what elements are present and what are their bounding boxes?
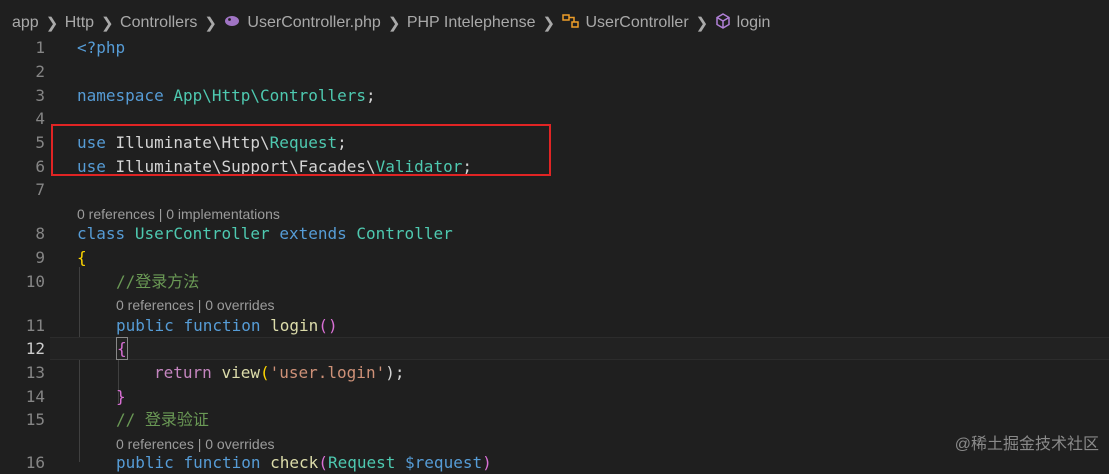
line-number: 13 bbox=[25, 363, 45, 382]
code-line[interactable]: 13 return view('user.login'); bbox=[0, 361, 1109, 384]
line-number: 9 bbox=[35, 248, 45, 267]
code-line[interactable]: 8 class UserController extends Controlle… bbox=[0, 222, 1109, 245]
watermark: @稀土掘金技术社区 bbox=[954, 436, 1099, 453]
breadcrumb-item-controllers[interactable]: Controllers bbox=[120, 14, 197, 32]
line-number: 11 bbox=[25, 316, 45, 335]
line-number: 12 bbox=[25, 339, 45, 358]
namespace-statement: namespace App\Http\Controllers; bbox=[77, 86, 376, 105]
use-statement: use Illuminate\Http\Request; bbox=[77, 133, 347, 152]
method-declaration: public function check(Request $request) bbox=[116, 453, 492, 472]
line-number: 6 bbox=[35, 157, 45, 176]
line-number: 14 bbox=[25, 387, 45, 406]
line-number: 4 bbox=[35, 109, 45, 128]
code-line[interactable]: 1 <?php bbox=[0, 36, 1109, 59]
line-number: 15 bbox=[25, 410, 45, 429]
code-editor[interactable]: 1 <?php 2 3 namespace App\Http\Controlle… bbox=[0, 35, 1109, 472]
code-line[interactable]: 16 public function check(Request $reques… bbox=[0, 451, 1109, 474]
code-line[interactable]: 11 public function login() bbox=[0, 314, 1109, 337]
breadcrumb-label: UserController.php bbox=[247, 14, 381, 31]
breadcrumb-label: PHP Intelephense bbox=[406, 14, 536, 31]
breadcrumb-label: login bbox=[736, 14, 771, 31]
code-line[interactable]: 3 namespace App\Http\Controllers; bbox=[0, 84, 1109, 107]
line-number: 5 bbox=[35, 133, 45, 152]
codelens-references[interactable]: 0 references | 0 overrides bbox=[116, 296, 275, 314]
code-line[interactable]: 5 use Illuminate\Http\Request; bbox=[0, 131, 1109, 154]
code-line[interactable]: 10 //登录方法 bbox=[0, 270, 1109, 293]
class-symbol-icon bbox=[561, 13, 580, 34]
return-statement: return view('user.login'); bbox=[154, 363, 405, 382]
codelens-references[interactable]: 0 references | 0 implementations bbox=[77, 205, 280, 223]
breadcrumb-item-language-server[interactable]: PHP Intelephense bbox=[407, 14, 536, 32]
breadcrumb-item-app[interactable]: app bbox=[12, 14, 39, 32]
php-file-icon bbox=[223, 14, 241, 33]
chevron-right-icon: ❯ bbox=[101, 15, 114, 32]
breadcrumb-label: Http bbox=[64, 14, 95, 31]
line-number: 10 bbox=[25, 272, 45, 291]
php-open-tag: <?php bbox=[77, 38, 126, 57]
breadcrumb-item-http[interactable]: Http bbox=[65, 14, 94, 32]
close-brace: } bbox=[116, 387, 126, 406]
breadcrumb-item-class[interactable]: UserController bbox=[561, 13, 689, 34]
chevron-right-icon: ❯ bbox=[45, 15, 59, 32]
class-declaration: class UserController extends Controller bbox=[77, 224, 453, 243]
open-brace: { bbox=[77, 248, 87, 267]
code-line[interactable]: 14 } bbox=[0, 385, 1109, 408]
code-line[interactable]: 12 { bbox=[0, 337, 1109, 360]
code-line[interactable]: 7 bbox=[0, 178, 1109, 201]
method-cube-icon bbox=[715, 12, 731, 34]
chevron-right-icon: ❯ bbox=[695, 15, 709, 32]
code-line[interactable]: 9 { bbox=[0, 246, 1109, 269]
line-number: 8 bbox=[35, 224, 45, 243]
code-line[interactable]: 6 use Illuminate\Support\Facades\Validat… bbox=[0, 155, 1109, 178]
comment: //登录方法 bbox=[116, 272, 200, 291]
open-brace: { bbox=[116, 337, 128, 360]
breadcrumb-label: app bbox=[12, 14, 39, 31]
line-number: 7 bbox=[35, 180, 45, 199]
line-number: 2 bbox=[35, 62, 45, 81]
breadcrumb-item-file[interactable]: UserController.php bbox=[223, 14, 381, 33]
line-number: 1 bbox=[35, 38, 45, 57]
chevron-right-icon: ❯ bbox=[542, 15, 556, 32]
breadcrumb-label: UserController bbox=[585, 14, 689, 31]
breadcrumb-label: Controllers bbox=[120, 14, 198, 31]
code-line[interactable]: 4 bbox=[0, 107, 1109, 130]
comment: // 登录验证 bbox=[116, 410, 209, 429]
line-number: 3 bbox=[35, 86, 45, 105]
method-declaration: public function login() bbox=[116, 316, 338, 335]
chevron-right-icon: ❯ bbox=[204, 15, 217, 32]
code-line[interactable]: 2 bbox=[0, 60, 1109, 83]
chevron-right-icon: ❯ bbox=[387, 15, 401, 32]
code-line[interactable]: 15 // 登录验证 bbox=[0, 408, 1109, 431]
use-statement: use Illuminate\Support\Facades\Validator… bbox=[77, 157, 472, 176]
breadcrumb-item-method[interactable]: login bbox=[715, 12, 771, 34]
line-number: 16 bbox=[25, 453, 45, 472]
